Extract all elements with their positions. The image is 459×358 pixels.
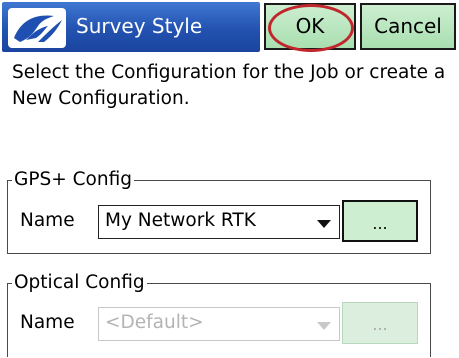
- chevron-down-icon[interactable]: [317, 220, 331, 228]
- window-title: Survey Style: [76, 14, 203, 38]
- logo-icon: [8, 8, 66, 48]
- gps-browse-button[interactable]: ...: [342, 200, 418, 242]
- gps-config-legend: GPS+ Config: [12, 168, 134, 192]
- instruction-text: Select the Configuration for the Job or …: [12, 62, 446, 109]
- gps-name-label: Name: [20, 210, 75, 231]
- gps-config-select[interactable]: My Network RTK: [98, 205, 340, 239]
- optical-config-select[interactable]: <Default>: [98, 307, 340, 341]
- cancel-button[interactable]: Cancel: [360, 3, 456, 50]
- optical-name-label: Name: [20, 312, 75, 333]
- chevron-down-icon[interactable]: [317, 322, 331, 330]
- title-bar: Survey Style OK Cancel: [0, 0, 459, 56]
- optical-config-value: <Default>: [105, 312, 204, 333]
- gps-config-value: My Network RTK: [105, 210, 256, 231]
- ok-button[interactable]: OK: [264, 3, 356, 50]
- optical-browse-button[interactable]: ...: [342, 302, 418, 344]
- optical-config-legend: Optical Config: [12, 271, 147, 295]
- title-area: Survey Style: [2, 2, 260, 52]
